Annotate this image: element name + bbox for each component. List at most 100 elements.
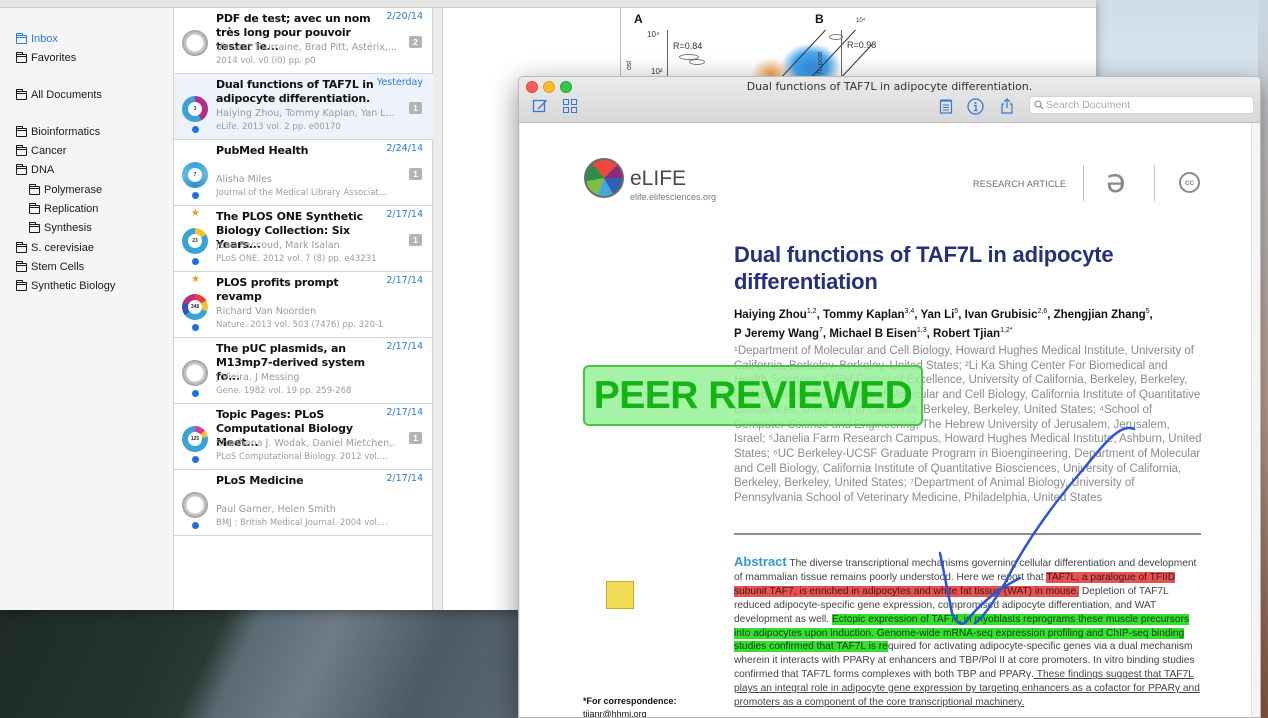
document-row[interactable]: PDF de test; avec un nom très long pour … (174, 8, 433, 74)
journal-name: eLIFE (630, 167, 687, 190)
annotation-count-badge: 1 (409, 234, 422, 246)
panel-label-a: A (634, 12, 643, 26)
document-date: 2/17/14 (386, 407, 423, 418)
star-icon[interactable]: ★ (191, 209, 200, 219)
altmetric-score-icon: 23 (182, 228, 208, 254)
sidebar-item-label: Synthesis (44, 222, 92, 234)
viewer-gutter (433, 8, 443, 610)
document-journal: Journal of the Medical Library Associat.… (216, 188, 387, 198)
sidebar-item-cancer[interactable]: Cancer (16, 142, 66, 160)
annotation-count-badge: 1 (409, 432, 422, 444)
elife-logo-icon (584, 158, 624, 198)
tick-label: 10⁴ (647, 30, 660, 39)
document-date: Yesterday (376, 77, 423, 88)
search-input[interactable] (1046, 99, 1246, 111)
paper-title: Dual functions of TAF7L in adipocyte dif… (734, 242, 1114, 294)
folder-icon (16, 279, 27, 291)
document-journal: Nature. 2013 vol. 503 (7476) pp. 320-1 (216, 320, 384, 330)
star-icon[interactable]: ★ (191, 275, 200, 285)
folder-icon (16, 163, 27, 175)
unread-dot-icon (192, 258, 199, 265)
author-affiliation: 1,2 (806, 308, 817, 315)
document-date: 2/17/14 (386, 341, 423, 352)
author: Yan Li5 (920, 308, 959, 321)
folder-icon (29, 183, 40, 195)
pencil-square-icon (532, 99, 547, 113)
sidebar-item-dna[interactable]: DNA (16, 161, 54, 179)
folder-icon (29, 221, 40, 233)
document-authors: Vincent Tourraine, Brad Pitt, Astérix,..… (216, 42, 396, 53)
unread-dot-icon (192, 192, 199, 199)
sticky-note-icon[interactable] (606, 581, 634, 609)
author: Tommy Kaplan3,4 (823, 308, 914, 321)
document-title: PLoS Medicine (216, 474, 304, 487)
document-row[interactable]: PubMed Health 2/24/14 Alisha Miles Journal … (174, 140, 433, 206)
share-button[interactable] (999, 98, 1015, 114)
window-toolbar-edge (0, 0, 1096, 8)
sidebar-item-inbox[interactable]: Inbox (16, 30, 58, 48)
y-axis-label: 7L-post (817, 51, 825, 76)
sidebar-item-s-cerevisiae[interactable]: S. cerevisiae (16, 239, 94, 257)
section-divider (734, 533, 1201, 535)
altmetric-score (188, 36, 202, 50)
folder-icon (16, 32, 27, 44)
document-row[interactable]: PLOS profits prompt revamp 2/17/14 Richard… (174, 272, 433, 338)
author-name: Robert Tjian (933, 327, 1001, 340)
document-row[interactable]: The PLOS ONE Synthetic Biology Collectio… (174, 206, 433, 272)
tick-label: 10² (651, 67, 663, 76)
sidebar-item-label: Synthetic Biology (31, 280, 116, 292)
peer-reviewed-stamp[interactable]: PEER REVIEWED (583, 365, 923, 426)
correlation-label: R=0.98 (847, 40, 877, 50)
desktop-wallpaper (0, 610, 520, 718)
sidebar-item-bioinformatics[interactable]: Bioinformatics (16, 123, 100, 141)
document-date: 2/20/14 (386, 11, 423, 22)
creative-commons-icon: cc (1179, 172, 1200, 193)
altmetric-score-icon: 125 (182, 426, 208, 452)
document-title: Dual functions of TAF7L in adipocyte dif… (216, 78, 374, 105)
notes-button[interactable] (938, 98, 954, 114)
abstract-heading: Abstract (734, 554, 787, 569)
document-row[interactable]: Dual functions of TAF7L in adipocyte dif… (174, 74, 433, 140)
sidebar-item-stem-cells[interactable]: Stem Cells (16, 258, 84, 276)
annotation-count-badge: 1 (409, 102, 422, 114)
sidebar-item-label: Inbox (31, 33, 58, 45)
sidebar-item-replication[interactable]: Replication (29, 200, 98, 218)
author-name: Zhengjian Zhang (1053, 308, 1146, 321)
correlation-label: R=0.84 (673, 41, 703, 51)
document-row[interactable]: The pUC plasmids, an M13mp7-derived syst… (174, 338, 433, 404)
folder-icon (29, 202, 40, 214)
altmetric-score: 23 (188, 234, 202, 248)
unread-dot-icon (192, 126, 199, 133)
search-field[interactable] (1029, 96, 1254, 114)
author-affiliation: 5 (954, 308, 959, 315)
thumbnails-button[interactable] (562, 98, 578, 114)
document-authors: Jean Peccoud, Mark Isalan (216, 240, 340, 251)
y-axis (841, 30, 842, 78)
author-name: Haiying Zhou (734, 308, 807, 321)
document-row[interactable]: PLoS Medicine 2/17/14 Paul Garner, Helen S… (174, 470, 433, 536)
scrollbar[interactable] (1251, 123, 1260, 717)
title-bar[interactable]: Dual functions of TAF7L in adipocyte dif… (519, 77, 1260, 123)
preview-window: Dual functions of TAF7L in adipocyte dif… (518, 76, 1261, 718)
altmetric-score-icon: 348 (182, 294, 208, 320)
y-axis (667, 30, 668, 78)
sidebar-item-favorites[interactable]: Favorites (16, 49, 76, 67)
author-name: Michael B Eisen (829, 327, 917, 340)
correspondence-email[interactable]: tjianr@hhmi.org (583, 708, 677, 717)
info-button[interactable] (967, 98, 984, 115)
folder-icon (16, 88, 27, 100)
journal-url[interactable]: elife.elifesciences.org (630, 192, 716, 202)
sidebar-item-synthetic-biology[interactable]: Synthetic Biology (16, 277, 115, 295)
sidebar-item-all-documents[interactable]: All Documents (16, 86, 102, 104)
sidebar-item-synthesis[interactable]: Synthesis (29, 219, 92, 237)
annotate-button[interactable] (532, 98, 548, 114)
document-authors: Alisha Miles (216, 174, 272, 185)
figure-preview: A B 10⁴ 10² ost R=0.84 10⁴ R=0.98 7L-pos… (621, 8, 921, 78)
author: P Jeremy Wang7 (734, 327, 823, 340)
document-journal: Gene. 1982 vol. 19 pp. 259-268 (216, 386, 352, 396)
sidebar-item-polymerase[interactable]: Polymerase (29, 181, 102, 199)
y-axis-label: ost (626, 60, 634, 71)
author-name: Yan Li (920, 308, 955, 321)
document-row[interactable]: Topic Pages: PLoS Computational Biology … (174, 404, 433, 470)
document-title: PubMed Health (216, 144, 309, 157)
